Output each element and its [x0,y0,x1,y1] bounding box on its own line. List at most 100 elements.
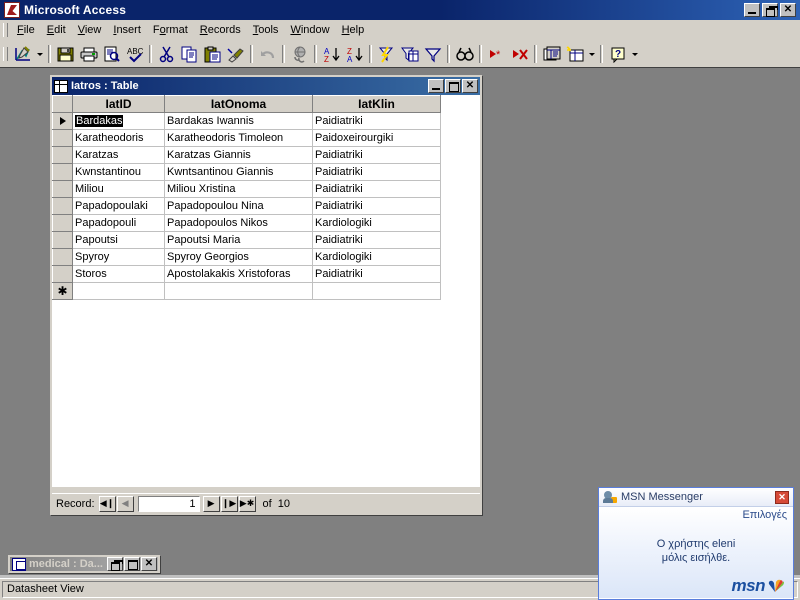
cell-iatid[interactable]: Papadopoulaki [72,197,165,215]
filter-by-form-icon[interactable] [398,43,421,65]
cell-iatid[interactable]: Bardakas [72,112,165,130]
minimized-database-window[interactable]: medical : Da... ✕ [8,555,160,573]
cell-iatklin[interactable]: Paidiatriki [312,112,441,130]
cell-iatklin[interactable]: Paidiatriki [312,197,441,215]
row-selector[interactable] [52,248,73,266]
minimized-close-button[interactable]: ✕ [141,557,157,571]
delete-record-icon[interactable] [508,43,531,65]
menu-item-edit[interactable]: Edit [41,22,72,38]
table-row[interactable]: Spyroy Spyroy Georgios Kardiologiki [52,248,441,266]
cell-iatid[interactable]: Papadopouli [72,214,165,232]
minimized-maximize-button[interactable] [124,557,140,571]
cell-iatonoma[interactable]: Miliou Xristina [164,180,313,198]
row-selector[interactable] [52,180,73,198]
cell-iatid[interactable]: Storos [72,265,165,283]
copy-icon[interactable] [178,43,201,65]
cell-iatklin[interactable]: Kardiologiki [312,214,441,232]
cell-iatid[interactable]: Papoutsi [72,231,165,249]
cell-iatonoma[interactable]: Papadopoulos Nikos [164,214,313,232]
table-row[interactable]: Kwnstantinou Kwntsantinou Giannis Paidia… [52,163,441,181]
paste-icon[interactable] [201,43,224,65]
cut-icon[interactable] [155,43,178,65]
cell-iatonoma[interactable]: Karatzas Giannis [164,146,313,164]
help-dropdown-arrow[interactable] [629,43,640,65]
table-row[interactable]: Karatzas Karatzas Giannis Paidiatriki [52,146,441,164]
msn-options-link[interactable]: Επιλογές [605,509,787,521]
undo-icon[interactable] [256,43,279,65]
select-all-header[interactable] [52,95,73,113]
row-selector-new[interactable]: ✱ [52,282,73,300]
table-close-button[interactable]: ✕ [462,79,478,93]
menu-item-help[interactable]: Help [336,22,371,38]
table-row[interactable]: Storos Apostolakakis Xristoforas Paidiat… [52,265,441,283]
new-record-icon[interactable]: * [485,43,508,65]
table-row[interactable]: Karatheodoris Karatheodoris Timoleon Pai… [52,129,441,147]
row-selector[interactable] [52,146,73,164]
table-minimize-button[interactable] [428,79,444,93]
row-selector-current[interactable] [52,112,73,130]
save-icon[interactable] [54,43,77,65]
cell-iatonoma[interactable]: Apostolakakis Xristoforas [164,265,313,283]
cell-iatonoma[interactable]: Bardakas Iwannis [164,112,313,130]
database-window-icon[interactable] [540,43,563,65]
menu-item-records[interactable]: Records [194,22,247,38]
cell-iatklin[interactable]: Paidiatriki [312,163,441,181]
menu-bar-gripper[interactable] [3,23,8,37]
cell-iatklin-new[interactable] [312,282,441,300]
last-record-button[interactable]: ❙▶ [220,495,238,512]
table-row[interactable]: Miliou Miliou Xristina Paidiatriki [52,180,441,198]
apply-filter-icon[interactable] [421,43,444,65]
restore-button[interactable] [762,3,778,17]
cell-iatonoma[interactable]: Papadopoulou Nina [164,197,313,215]
msn-close-button[interactable]: ✕ [775,490,789,504]
menu-item-view[interactable]: View [72,22,108,38]
cell-iatklin[interactable]: Kardiologiki [312,248,441,266]
spelling-icon[interactable]: ABC [123,43,146,65]
row-selector[interactable] [52,231,73,249]
row-selector[interactable] [52,214,73,232]
table-row[interactable]: Papadopouli Papadopoulos Nikos Kardiolog… [52,214,441,232]
print-preview-icon[interactable] [100,43,123,65]
row-selector[interactable] [52,265,73,283]
menu-item-window[interactable]: Window [284,22,335,38]
table-row[interactable]: Papadopoulaki Papadopoulou Nina Paidiatr… [52,197,441,215]
sort-ascending-icon[interactable]: A Z [320,43,343,65]
menu-item-file[interactable]: File [11,22,41,38]
view-design-icon[interactable] [11,43,34,65]
minimized-restore-button[interactable] [107,557,123,571]
new-object-dropdown-arrow[interactable] [586,43,597,65]
row-selector[interactable] [52,129,73,147]
next-record-button[interactable]: ▶ [202,495,220,512]
minimize-button[interactable] [744,3,760,17]
row-selector[interactable] [52,163,73,181]
cell-iatonoma[interactable]: Kwntsantinou Giannis [164,163,313,181]
insert-hyperlink-icon[interactable] [288,43,311,65]
menu-item-format[interactable]: Format [147,22,194,38]
cell-iatonoma-new[interactable] [164,282,313,300]
first-record-button[interactable]: ◀❙ [98,495,116,512]
view-dropdown-arrow[interactable] [34,43,45,65]
find-icon[interactable] [453,43,476,65]
cell-iatonoma[interactable]: Papoutsi Maria [164,231,313,249]
cell-iatonoma[interactable]: Karatheodoris Timoleon [164,129,313,147]
toolbar-gripper[interactable] [3,47,8,61]
cell-iatid[interactable]: Miliou [72,180,165,198]
menu-item-tools[interactable]: Tools [247,22,285,38]
new-object-icon[interactable] [563,43,586,65]
table-row[interactable]: Papoutsi Papoutsi Maria Paidiatriki [52,231,441,249]
table-maximize-button[interactable] [445,79,461,93]
close-button[interactable]: ✕ [780,3,796,17]
cell-iatklin[interactable]: Paidiatriki [312,180,441,198]
cell-iatid[interactable]: Karatzas [72,146,165,164]
cell-iatklin[interactable]: Paidiatriki [312,231,441,249]
column-header-iatklin[interactable]: IatKlin [312,95,441,113]
cell-iatklin[interactable]: Paidoxeirourgiki [312,129,441,147]
previous-record-button[interactable]: ◀ [116,495,134,512]
cell-iatonoma[interactable]: Spyroy Georgios [164,248,313,266]
format-painter-icon[interactable] [224,43,247,65]
cell-iatid[interactable]: Karatheodoris [72,129,165,147]
row-selector[interactable] [52,197,73,215]
print-icon[interactable] [77,43,100,65]
current-record-input[interactable]: 1 [137,495,200,512]
cell-iatklin[interactable]: Paidiatriki [312,146,441,164]
